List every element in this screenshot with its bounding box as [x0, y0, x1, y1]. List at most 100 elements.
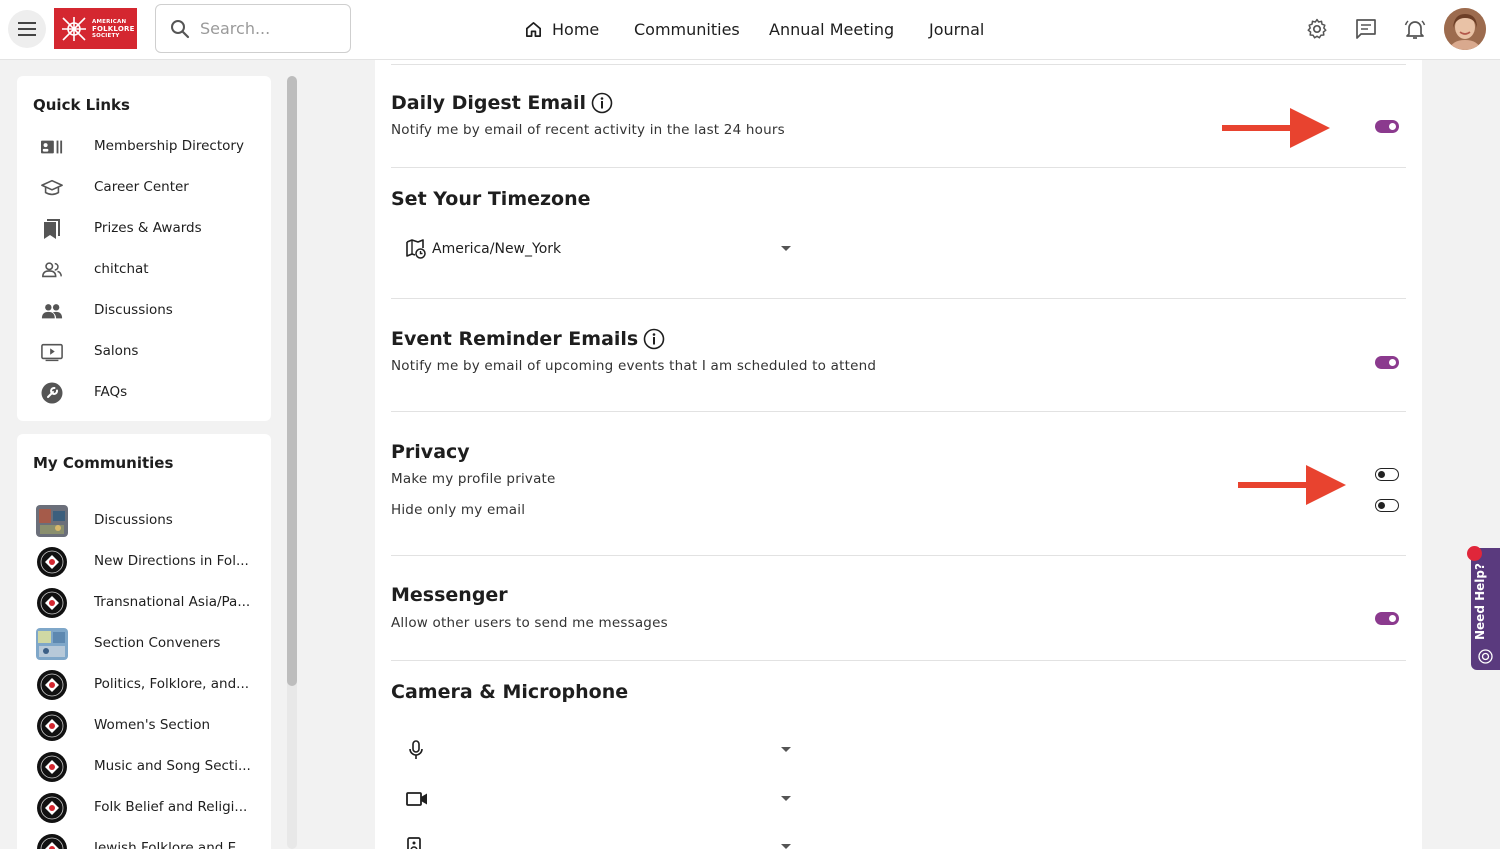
gear-icon: [1307, 18, 1327, 39]
community-label: Transnational Asia/Pa...: [94, 594, 251, 610]
timezone-select[interactable]: America/New_York: [406, 234, 791, 264]
hide-email-toggle[interactable]: [1375, 499, 1399, 512]
sidebar-item-membership-directory[interactable]: Membership Directory: [17, 126, 271, 167]
site-logo[interactable]: AMERICAN FOLKLORE SOCIETY: [54, 8, 137, 49]
search-input[interactable]: [200, 19, 340, 38]
nav-annual-meeting[interactable]: Annual Meeting: [769, 0, 894, 58]
microphone-select[interactable]: [406, 735, 791, 765]
top-bar: AMERICAN FOLKLORE SOCIETY Home Communiti…: [0, 0, 1500, 60]
sidebar-item-label: Prizes & Awards: [94, 220, 202, 236]
nav-journal[interactable]: Journal: [929, 0, 984, 58]
community-label: Women's Section: [94, 717, 211, 733]
settings-panel: Daily Digest Email Notify me by email of…: [375, 60, 1422, 849]
daily-digest-desc: Notify me by email of recent activity in…: [391, 122, 785, 138]
divider: [391, 660, 1406, 661]
messages-button[interactable]: [1353, 16, 1379, 42]
sidebar-item-chitchat[interactable]: chitchat: [17, 249, 271, 290]
community-label: Section Conveners: [94, 635, 221, 651]
bookmark-icon: [41, 218, 63, 240]
nav-communities[interactable]: Communities: [634, 0, 740, 58]
community-item[interactable]: Music and Song Secti...: [17, 746, 271, 787]
sidebar-item-label: Discussions: [94, 302, 173, 318]
community-emblem-thumbnail: [36, 792, 68, 824]
home-icon: [525, 21, 542, 37]
need-help-label: Need Help?: [1473, 563, 1487, 640]
daily-digest-toggle[interactable]: [1375, 120, 1399, 133]
sidebar-item-label: Salons: [94, 343, 139, 359]
notification-dot: [1467, 546, 1482, 561]
community-item[interactable]: Women's Section: [17, 705, 271, 746]
camera-icon: [406, 792, 427, 806]
divider: [391, 64, 1406, 65]
user-photo-icon: [1444, 8, 1486, 50]
community-label: Jewish Folklore and E...: [94, 840, 250, 849]
sidebar-scrollbar-thumb[interactable]: [287, 76, 297, 686]
sidebar-item-prizes-awards[interactable]: Prizes & Awards: [17, 208, 271, 249]
event-reminder-desc: Notify me by email of upcoming events th…: [391, 358, 877, 374]
logo-emblem-icon: [62, 16, 86, 41]
directory-icon: [41, 136, 63, 158]
timezone-title: Set Your Timezone: [391, 188, 591, 210]
community-item[interactable]: Discussions: [17, 500, 271, 541]
community-emblem-thumbnail: [36, 710, 68, 742]
private-profile-toggle[interactable]: [1375, 468, 1399, 481]
search-box[interactable]: [155, 4, 351, 53]
community-item[interactable]: Folk Belief and Religi...: [17, 787, 271, 828]
event-reminder-toggle[interactable]: [1375, 356, 1399, 369]
chevron-down-icon: [781, 747, 791, 752]
quick-links-title: Quick Links: [33, 96, 130, 114]
people-outline-icon: [41, 259, 63, 281]
speaker-select[interactable]: [406, 832, 791, 849]
community-label: Politics, Folklore, and...: [94, 676, 250, 692]
community-emblem-thumbnail: [36, 669, 68, 701]
quick-links-card: Quick Links Membership Directory Career …: [17, 76, 271, 421]
microphone-icon: [409, 740, 423, 759]
notifications-button[interactable]: [1402, 16, 1428, 42]
speaker-icon: [407, 837, 421, 849]
avatar[interactable]: [1444, 8, 1486, 50]
daily-digest-title-text: Daily Digest Email: [391, 92, 587, 114]
divider: [391, 411, 1406, 412]
community-item[interactable]: Section Conveners: [17, 623, 271, 664]
community-photo-thumbnail: [36, 628, 68, 660]
lifebuoy-icon: [1478, 649, 1493, 664]
divider: [391, 298, 1406, 299]
nav-home[interactable]: Home: [524, 0, 599, 58]
settings-button[interactable]: [1304, 16, 1330, 42]
sidebar-item-career-center[interactable]: Career Center: [17, 167, 271, 208]
annotation-arrow-icon: [1238, 465, 1346, 505]
privacy-title: Privacy: [391, 441, 470, 463]
community-label: Discussions: [94, 512, 173, 528]
my-communities-title: My Communities: [33, 454, 174, 472]
logo-text: AMERICAN FOLKLORE SOCIETY: [92, 18, 135, 39]
messenger-title: Messenger: [391, 584, 508, 606]
info-icon[interactable]: [591, 92, 613, 114]
community-item[interactable]: Jewish Folklore and E...: [17, 828, 271, 849]
messenger-toggle[interactable]: [1375, 612, 1399, 625]
need-help-tab[interactable]: Need Help?: [1471, 548, 1500, 670]
community-photo-thumbnail: [36, 505, 68, 537]
community-item[interactable]: Politics, Folklore, and...: [17, 664, 271, 705]
menu-button[interactable]: [8, 10, 46, 48]
community-emblem-thumbnail: [36, 751, 68, 783]
timezone-value: America/New_York: [432, 241, 562, 257]
info-icon[interactable]: [643, 328, 665, 350]
people-icon: [41, 300, 63, 322]
event-reminder-title: Event Reminder Emails: [391, 328, 665, 350]
nav-home-label: Home: [552, 19, 600, 39]
community-emblem-thumbnail: [36, 546, 68, 578]
map-clock-icon: [406, 239, 426, 259]
chevron-down-icon: [781, 796, 791, 801]
sidebar-item-faqs[interactable]: FAQs: [17, 372, 271, 413]
sidebar-item-salons[interactable]: Salons: [17, 331, 271, 372]
bell-icon: [1404, 20, 1426, 39]
sidebar-item-label: Career Center: [94, 179, 189, 195]
community-item[interactable]: Transnational Asia/Pa...: [17, 582, 271, 623]
community-label: New Directions in Fol...: [94, 553, 249, 569]
community-item[interactable]: New Directions in Fol...: [17, 541, 271, 582]
sidebar-item-discussions[interactable]: Discussions: [17, 290, 271, 331]
camera-select[interactable]: [406, 784, 791, 814]
search-icon: [171, 19, 190, 38]
camera-mic-title: Camera & Microphone: [391, 681, 629, 703]
wrench-icon: [41, 382, 63, 404]
